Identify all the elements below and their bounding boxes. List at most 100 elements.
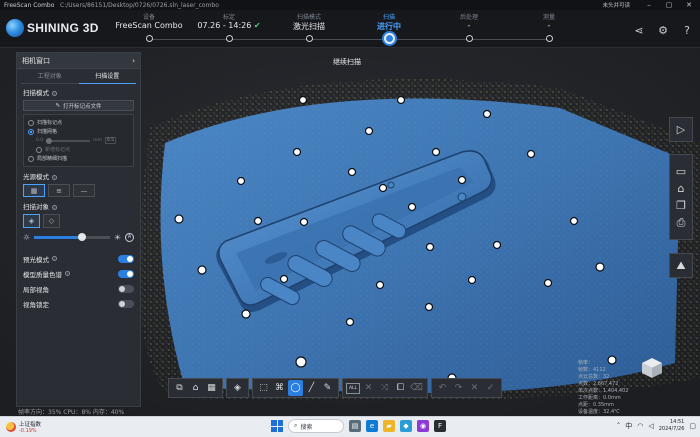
resolution-input[interactable]: 0.5: [104, 137, 116, 144]
single-line-laser-icon[interactable]: —: [73, 184, 95, 197]
chevron-up-icon[interactable]: ˄: [617, 422, 621, 430]
prelight-toggle[interactable]: [118, 254, 134, 263]
freescan-app-icon[interactable]: F: [434, 420, 446, 432]
object-reflective-icon[interactable]: ◇: [43, 214, 60, 228]
logo-mark-icon: [6, 19, 24, 37]
confirm-icon[interactable]: ✓: [483, 380, 498, 396]
select-all-icon[interactable]: ALL: [346, 382, 360, 394]
step-scan[interactable]: 扫描 进行中: [344, 12, 434, 44]
line-select-icon[interactable]: ╱: [304, 380, 319, 396]
object-solid-icon[interactable]: ◈: [23, 214, 40, 228]
redo-icon[interactable]: ↷: [451, 380, 466, 396]
step-dot: [226, 35, 233, 42]
maximize-icon[interactable]: ▢: [664, 1, 674, 9]
bottom-toolbar: ⧉ ⌂ ▦ ◈ ⬚ ⌘ ◯ ╱ ✎ ALL ✕ ⤨ ⧠ ⌫ ↶ ↷ ✕ ✓: [168, 378, 502, 398]
resolution-unit: mm: [93, 138, 102, 143]
info-icon[interactable]: i: [52, 90, 57, 96]
play-scan-button[interactable]: ▷: [669, 117, 693, 142]
cancel-icon[interactable]: ✕: [467, 380, 482, 396]
step-measure[interactable]: 测量 -: [504, 12, 594, 42]
layers-icon[interactable]: ◈: [230, 380, 245, 396]
edge-browser-icon[interactable]: e: [366, 420, 378, 432]
deselect-icon[interactable]: ✕: [361, 380, 376, 396]
resolution-slider[interactable]: [46, 137, 91, 144]
mode-local-fine-scan[interactable]: 局部精细扫描: [28, 154, 129, 163]
step-calibration[interactable]: 标定 07.26 - 14:26 ✔: [184, 12, 274, 42]
auto-brightness-icon[interactable]: A: [125, 233, 134, 242]
store-icon[interactable]: ◆: [400, 420, 412, 432]
brush-select-icon[interactable]: ✎: [320, 380, 335, 396]
clock[interactable]: 14:51 2024/7/26: [659, 419, 685, 433]
tab-project-objects[interactable]: 工程对象: [21, 71, 79, 84]
step-post-processing[interactable]: 后处理 -: [424, 12, 514, 42]
ime-icon[interactable]: 中: [625, 421, 632, 431]
landscape-icon: ⛰: [676, 258, 686, 272]
lasso-select-icon[interactable]: ◯: [288, 380, 303, 396]
connected-select-icon[interactable]: ⧠: [393, 380, 408, 396]
undo-icon[interactable]: ↶: [435, 380, 450, 396]
step-scan-mode[interactable]: 扫描模式 激光扫描: [264, 12, 354, 42]
brightness-handle[interactable]: [77, 233, 86, 241]
search-icon: ⌕: [294, 422, 298, 429]
local-view-toggle[interactable]: [118, 284, 134, 293]
mode-label: 新增标记点: [45, 147, 71, 153]
info-icon[interactable]: i: [52, 204, 57, 210]
settings-panel: 相机窗口 › 工程对象 扫描设置 扫描模式 i ✎ 打开标记点文件 扫描标记点 …: [16, 52, 141, 407]
invert-select-icon[interactable]: ⤨: [377, 380, 392, 396]
share-icon[interactable]: ⋖: [632, 24, 646, 38]
polygon-select-icon[interactable]: ⌘: [272, 380, 287, 396]
step-label: 设备: [142, 14, 155, 21]
mode-scan-mesh[interactable]: 扫描网格: [28, 127, 129, 136]
taskbar-apps: ⌕ 搜索 ▤ e ▰ ◆ ◉ F: [271, 419, 446, 433]
radio-selected-icon: [28, 128, 34, 135]
settings-icon[interactable]: ⚙: [656, 24, 670, 38]
windows-start-icon[interactable]: [271, 420, 283, 432]
system-tray: ˄ 中 ◠ ◁ 14:51 2024/7/26 ▢: [617, 419, 696, 433]
right-tool-group: ▭ ⌂ ❐ ⎙: [669, 154, 693, 240]
toggle-row-view-lock: 视角锁定: [17, 296, 140, 311]
taskbar-search[interactable]: ⌕ 搜索: [288, 419, 344, 433]
mode-add-markers[interactable]: 新增标记点: [28, 145, 129, 154]
info-icon[interactable]: i: [52, 256, 57, 261]
grid-view-icon[interactable]: ▦: [204, 380, 219, 396]
info-icon[interactable]: i: [65, 271, 70, 276]
app-icon[interactable]: ◉: [417, 420, 429, 432]
continue-scan-label: 继续扫描: [333, 58, 361, 66]
rect-select-icon[interactable]: ⬚: [256, 380, 271, 396]
stat-line: 单次点数：1,404,402: [578, 388, 629, 394]
wifi-icon[interactable]: ◠: [637, 422, 643, 430]
step-dot: [146, 35, 153, 42]
brightness-slider[interactable]: [34, 233, 110, 241]
quality-map-toggle[interactable]: [118, 269, 134, 278]
step-label: 扫描模式: [296, 14, 321, 21]
cross-laser-icon[interactable]: ▦: [23, 184, 45, 197]
info-icon[interactable]: i: [52, 174, 57, 180]
task-view-icon[interactable]: ▤: [349, 420, 361, 432]
notification-icon[interactable]: ▢: [689, 422, 696, 430]
save-icon[interactable]: ⎙: [670, 214, 692, 231]
copy-icon[interactable]: ❐: [670, 197, 692, 214]
close-icon[interactable]: ✕: [684, 1, 694, 9]
landscape-view-button[interactable]: ⛰: [669, 253, 693, 278]
volume-icon[interactable]: ◁: [648, 422, 653, 430]
tab-scan-settings[interactable]: 扫描设置: [78, 71, 136, 84]
open-marker-file-button[interactable]: ✎ 打开标记点文件: [23, 100, 134, 111]
help-icon[interactable]: ?: [680, 24, 694, 38]
home-view-icon[interactable]: ⌂: [188, 380, 203, 396]
view-lock-toggle[interactable]: [118, 299, 134, 308]
mode-scan-markers[interactable]: 扫描标记点: [28, 118, 129, 127]
step-label: 标定: [222, 14, 235, 21]
delete-icon[interactable]: ⌫: [409, 380, 424, 396]
view-cube-icon[interactable]: [641, 357, 663, 379]
step-device[interactable]: 设备 FreeScan Combo: [104, 12, 194, 42]
parallel-laser-icon[interactable]: ≡: [48, 184, 70, 197]
fit-view-icon[interactable]: ⧉: [172, 380, 187, 396]
scan-mode-options: 扫描标记点 扫描网格 0.0 mm 0.5 新增标记点 局部精细扫描: [23, 114, 134, 167]
window-icon[interactable]: ▭: [670, 163, 692, 180]
building-icon[interactable]: ⌂: [670, 180, 692, 197]
file-explorer-icon[interactable]: ▰: [383, 420, 395, 432]
widget-market[interactable]: 上证指数 -0.19%: [6, 420, 41, 434]
camera-window-bar[interactable]: 相机窗口 ›: [17, 53, 140, 69]
step-dot: [384, 33, 395, 44]
minimize-icon[interactable]: –: [644, 1, 654, 9]
